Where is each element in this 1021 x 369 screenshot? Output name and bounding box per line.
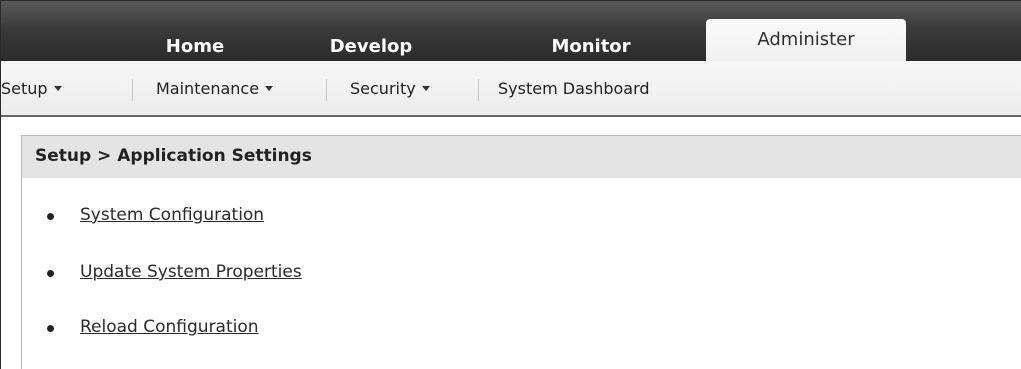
chevron-down-icon bbox=[421, 85, 430, 91]
chevron-down-icon bbox=[53, 85, 62, 91]
menu-system-dashboard[interactable]: System Dashboard bbox=[498, 75, 650, 101]
menu-security-label: Security bbox=[350, 78, 416, 98]
breadcrumb: Setup > Application Settings bbox=[35, 146, 312, 166]
menu-maintenance-label: Maintenance bbox=[156, 78, 260, 98]
system-configuration-link[interactable]: System Configuration bbox=[80, 205, 264, 225]
divider bbox=[326, 79, 327, 101]
menu-setup-label: Setup bbox=[1, 78, 48, 98]
tab-develop[interactable]: Develop bbox=[271, 31, 471, 61]
tab-monitor[interactable]: Monitor bbox=[491, 31, 691, 61]
breadcrumb-bar: Setup > Application Settings bbox=[21, 135, 1021, 179]
bullet-icon bbox=[47, 213, 54, 220]
chevron-down-icon bbox=[265, 85, 274, 91]
bullet-icon bbox=[47, 270, 54, 277]
menu-system-dashboard-label: System Dashboard bbox=[498, 78, 650, 98]
tab-home[interactable]: Home bbox=[95, 31, 295, 61]
divider bbox=[478, 79, 479, 101]
sub-navigation: Setup Maintenance Security System Dashbo… bbox=[1, 61, 1021, 117]
menu-setup[interactable]: Setup bbox=[1, 75, 62, 101]
menu-maintenance[interactable]: Maintenance bbox=[156, 75, 274, 101]
divider bbox=[132, 79, 133, 101]
tab-administer[interactable]: Administer bbox=[706, 19, 906, 61]
app-frame: Home Develop Monitor Administer Setup Ma… bbox=[0, 0, 1021, 369]
content-panel: System Configuration Update System Prope… bbox=[21, 178, 1021, 369]
update-system-properties-link[interactable]: Update System Properties bbox=[80, 262, 302, 282]
bullet-icon bbox=[47, 325, 54, 332]
reload-configuration-link[interactable]: Reload Configuration bbox=[80, 317, 259, 337]
menu-security[interactable]: Security bbox=[350, 75, 430, 101]
top-navigation: Home Develop Monitor Administer bbox=[1, 1, 1021, 61]
